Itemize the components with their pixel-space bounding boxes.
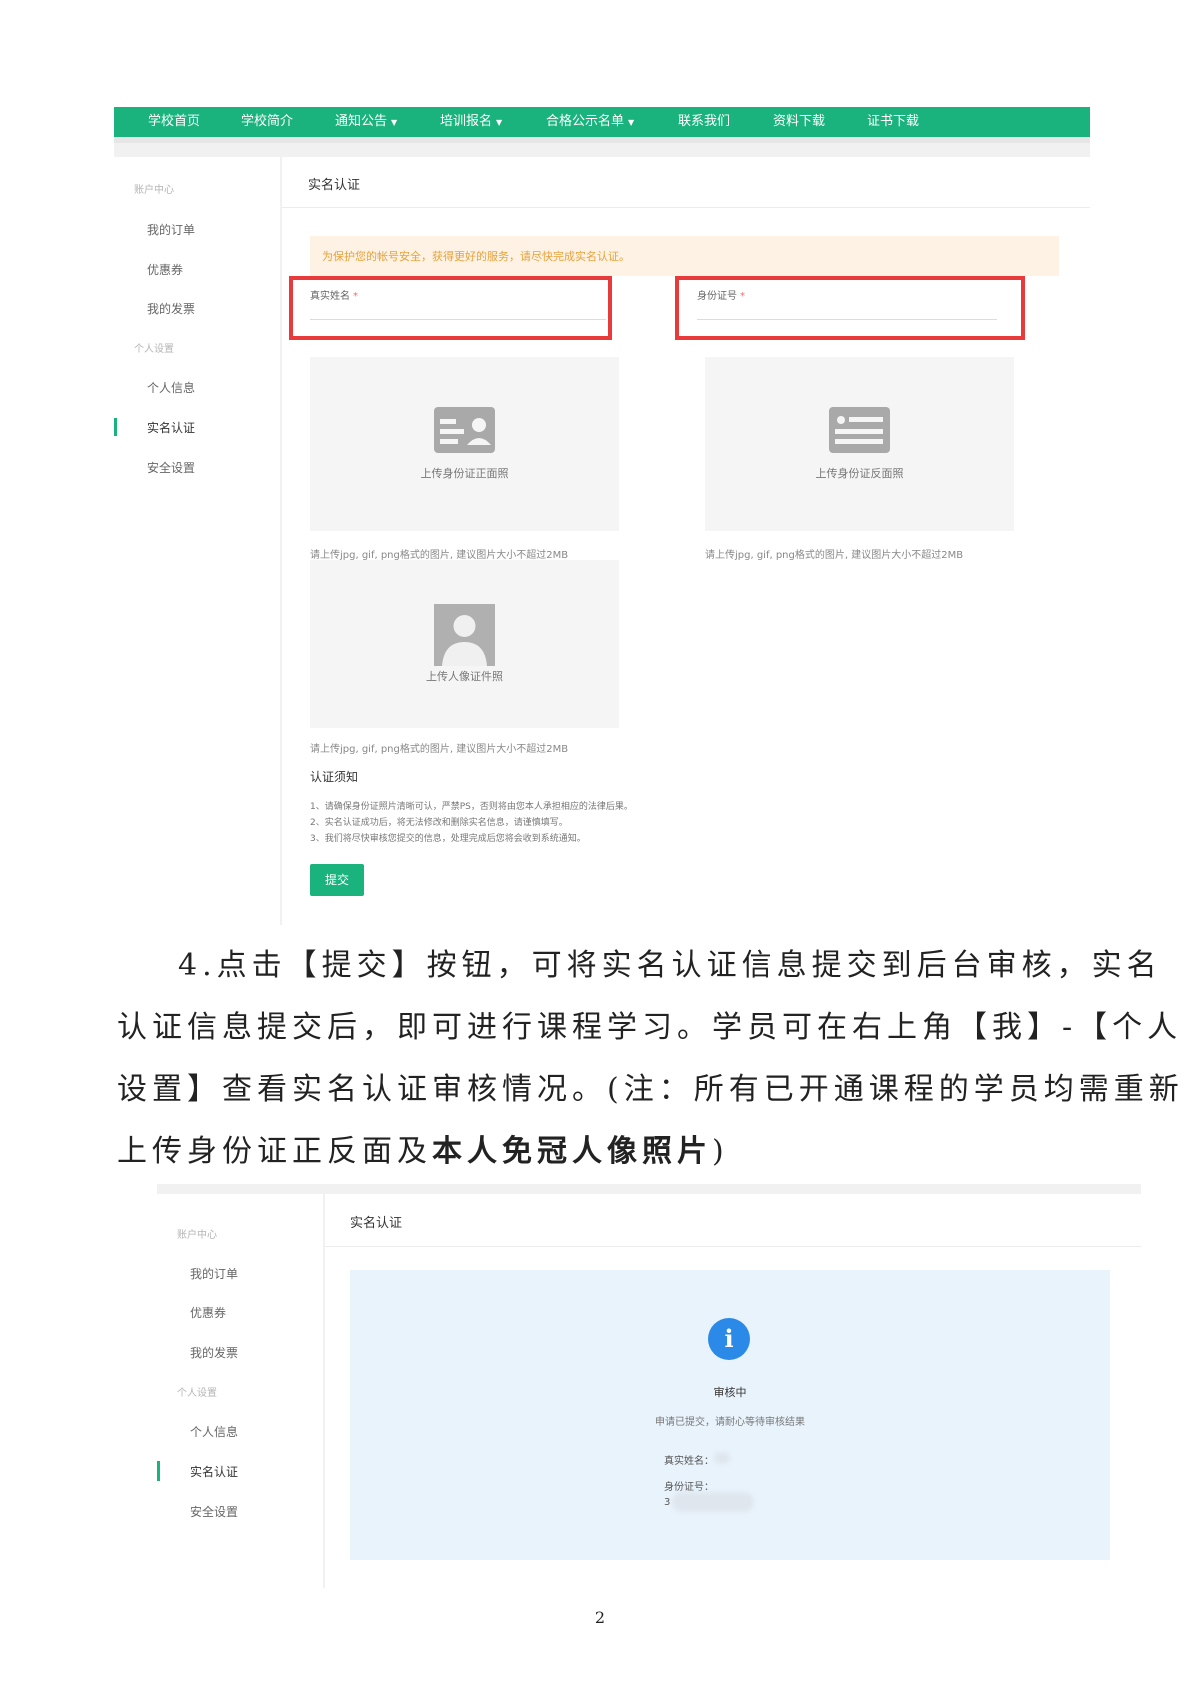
nav-downloads[interactable]: 资料下载 [773, 107, 825, 137]
real-name-form-screenshot: 学校首页 学校简介 通知公告 ▼ 培训报名 ▼ 合格公示名单 ▼ 联系我们 资料下载 … [114, 107, 1090, 925]
sidebar: 账户中心 我的订单 优惠券 我的发票 个人设置 个人信息 实名认证 安全设置 [114, 157, 280, 925]
paragraph-line-3: 设置】查看实名认证审核情况。(注：所有已开通课程的学员均需重新 [117, 1072, 1184, 1107]
nav-certificate[interactable]: 证书下载 [867, 107, 919, 137]
highlight-box [675, 276, 1025, 340]
chevron-down-icon: ▼ [628, 118, 635, 127]
nav-training-signup[interactable]: 培训报名 ▼ [440, 107, 502, 137]
rule-item: 3、我们将尽快审核您提交的信息，处理完成后您将会收到系统通知。 [310, 834, 586, 844]
upload-id-front[interactable]: 上传身份证正面照 [310, 357, 619, 531]
main-card: 实名认证 i 审核中 申请已提交，请耐心等待审核结果 真实姓名： 身份证号： 3 [325, 1194, 1141, 1588]
sidebar-item-real-name[interactable]: 实名认证 [147, 419, 195, 436]
portrait-icon [434, 604, 495, 666]
rules-title: 认证须知 [310, 770, 359, 784]
card-divider [325, 1246, 1141, 1247]
upload-hint: 请上传jpg, gif, png格式的图片, 建议图片大小不超过2MB [705, 550, 964, 561]
upload-portrait[interactable]: 上传人像证件照 [310, 560, 619, 728]
sidebar-item-personal-info[interactable]: 个人信息 [147, 379, 195, 396]
nav-qualified-list[interactable]: 合格公示名单 ▼ [546, 107, 634, 137]
review-status-panel: i 审核中 申请已提交，请耐心等待审核结果 真实姓名： 身份证号： 3 [350, 1270, 1110, 1560]
active-indicator [114, 418, 117, 436]
notice-banner: 为保护您的帐号安全，获得更好的服务，请尽快完成实名认证。 [310, 236, 1059, 276]
chevron-down-icon: ▼ [496, 118, 503, 127]
sidebar-item-orders[interactable]: 我的订单 [190, 1265, 238, 1282]
status-description: 申请已提交，请耐心等待审核结果 [655, 1417, 805, 1428]
chevron-down-icon: ▼ [391, 118, 398, 127]
info-icon: i [708, 1318, 750, 1360]
sidebar-item-real-name[interactable]: 实名认证 [190, 1463, 238, 1480]
sidebar-item-coupons[interactable]: 优惠券 [190, 1304, 226, 1321]
paragraph-line-4: 上传身份证正反面及本人免冠人像照片) [117, 1134, 729, 1169]
submit-button[interactable]: 提交 [310, 864, 364, 896]
active-indicator [157, 1461, 160, 1481]
notice-text: 为保护您的帐号安全，获得更好的服务，请尽快完成实名认证。 [322, 250, 630, 263]
nav-home[interactable]: 学校首页 [148, 107, 200, 137]
status-title: 审核中 [713, 1386, 747, 1399]
upload-id-back[interactable]: 上传身份证反面照 [705, 357, 1014, 531]
highlight-box [289, 276, 612, 340]
nav-contact[interactable]: 联系我们 [678, 107, 730, 137]
redacted-id-number [672, 1492, 754, 1512]
paragraph-line-2: 认证信息提交后，即可进行课程学习。学员可在右上角【我】-【个人 [117, 1010, 1183, 1045]
upload-hint: 请上传jpg, gif, png格式的图片, 建议图片大小不超过2MB [310, 744, 569, 755]
sidebar-group-personal: 个人设置 [134, 344, 174, 355]
card-divider [282, 207, 1090, 208]
id-card-front-icon [434, 407, 495, 453]
upload-front-label: 上传身份证正面照 [420, 467, 509, 480]
sidebar-item-security[interactable]: 安全设置 [190, 1503, 238, 1520]
rule-item: 2、实名认证成功后，将无法修改和删除实名信息，请谨慎填写。 [310, 818, 568, 828]
card-title: 实名认证 [350, 1216, 403, 1231]
upload-hint: 请上传jpg, gif, png格式的图片, 建议图片大小不超过2MB [310, 550, 569, 561]
id-value-first-char: 3 [664, 1497, 671, 1508]
name-label: 真实姓名： [664, 1456, 714, 1467]
rule-item: 1、请确保身份证照片清晰可认，严禁PS，否则将由您本人承担相应的法律后果。 [310, 802, 633, 812]
emphasis-text: 本人免冠人像照片 [432, 1134, 712, 1169]
nav-notices[interactable]: 通知公告 ▼ [335, 107, 397, 137]
card-title: 实名认证 [308, 178, 361, 193]
id-card-back-icon [829, 407, 890, 453]
sidebar-group-account: 账户中心 [177, 1230, 217, 1241]
sidebar-group-account: 账户中心 [134, 185, 174, 196]
sidebar-item-personal-info[interactable]: 个人信息 [190, 1423, 238, 1440]
nav-about[interactable]: 学校简介 [241, 107, 293, 137]
navbar-shadow [114, 137, 1090, 143]
sidebar-item-orders[interactable]: 我的订单 [147, 221, 195, 238]
sidebar-item-invoices[interactable]: 我的发票 [190, 1344, 238, 1361]
id-label: 身份证号： [664, 1482, 714, 1493]
sidebar-item-invoices[interactable]: 我的发票 [147, 300, 195, 317]
sidebar-item-coupons[interactable]: 优惠券 [147, 261, 183, 278]
paragraph-line-1: 4.点击【提交】按钮，可将实名认证信息提交到后台审核，实名 [178, 948, 1162, 983]
review-status-screenshot: 账户中心 我的订单 优惠券 我的发票 个人设置 个人信息 实名认证 安全设置 实… [157, 1184, 1141, 1588]
sidebar-group-personal: 个人设置 [177, 1388, 217, 1399]
redacted-name [714, 1452, 730, 1464]
upload-portrait-label: 上传人像证件照 [426, 670, 503, 683]
sidebar-item-security[interactable]: 安全设置 [147, 459, 195, 476]
upload-back-label: 上传身份证反面照 [815, 467, 904, 480]
top-navbar: 学校首页 学校简介 通知公告 ▼ 培训报名 ▼ 合格公示名单 ▼ 联系我们 资料下载 … [114, 107, 1090, 137]
sidebar: 账户中心 我的订单 优惠券 我的发票 个人设置 个人信息 实名认证 安全设置 [157, 1194, 323, 1588]
page-number: 2 [594, 1608, 606, 1627]
